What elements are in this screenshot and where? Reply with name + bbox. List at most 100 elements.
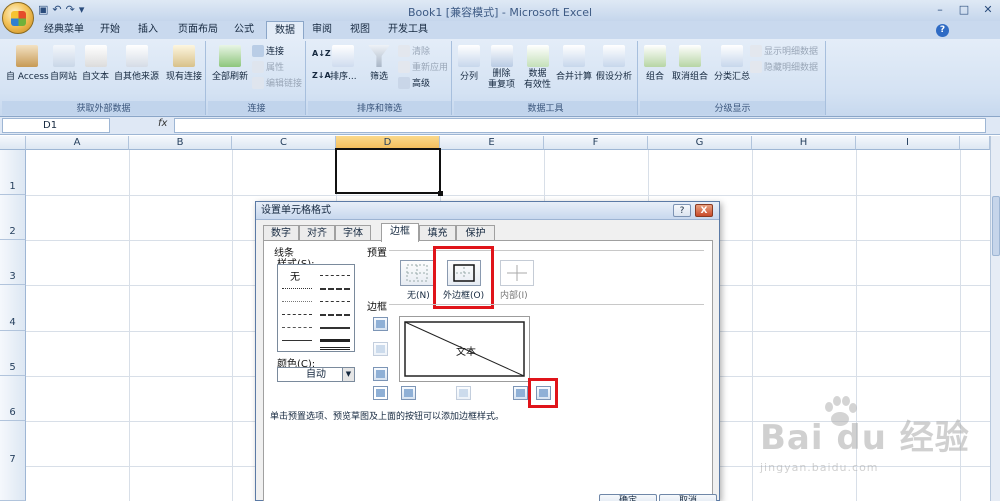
group-button[interactable]: 组合 (644, 45, 666, 82)
column-header-overflow[interactable] (960, 136, 990, 150)
from-web-button[interactable]: 自网站 (50, 45, 77, 82)
edit-links-button[interactable]: 编辑链接 (252, 76, 302, 89)
text-file-icon (84, 45, 107, 67)
tab-protection[interactable]: 保护 (456, 225, 495, 241)
line-style-option[interactable] (282, 327, 312, 328)
line-style-list[interactable]: 无 (277, 264, 355, 352)
line-color-select[interactable]: 自动 ▼ (277, 367, 355, 382)
column-header-a[interactable]: A (26, 136, 129, 150)
column-header-i[interactable]: I (856, 136, 960, 150)
insert-function-icon[interactable]: fx (158, 118, 167, 129)
vertical-scrollbar[interactable] (990, 136, 1000, 501)
clear-button[interactable]: 清除 (398, 44, 430, 57)
line-style-option[interactable] (320, 275, 350, 276)
sort-desc-button[interactable]: Z↓A (312, 71, 331, 80)
line-style-option[interactable] (320, 339, 350, 342)
help-icon[interactable]: ? (936, 24, 949, 37)
close-icon[interactable]: ✕ (976, 1, 1000, 18)
border-preview[interactable]: 文本 (399, 316, 530, 382)
column-header-b[interactable]: B (129, 136, 232, 150)
hide-detail-button[interactable]: 隐藏明细数据 (750, 60, 818, 73)
formula-input[interactable] (174, 118, 986, 133)
tab-alignment[interactable]: 对齐 (299, 225, 335, 241)
sort-button[interactable]: 排序... (330, 45, 357, 82)
row-header-5[interactable]: 5 (0, 331, 26, 376)
row-header-7[interactable]: 7 (0, 421, 26, 501)
line-style-option[interactable] (320, 327, 350, 329)
line-style-none[interactable]: 无 (290, 268, 300, 283)
tab-page-layout[interactable]: 页面布局 (176, 21, 220, 39)
tab-view[interactable]: 视图 (348, 21, 372, 39)
column-header-e[interactable]: E (440, 136, 544, 150)
border-top-button[interactable] (373, 317, 388, 331)
ungroup-button[interactable]: 取消组合 (672, 45, 708, 82)
column-header-c[interactable]: C (232, 136, 336, 150)
subtotal-button[interactable]: 分类汇总 (714, 45, 750, 82)
remove-duplicates-button[interactable]: 删除 重复项 (488, 45, 515, 91)
from-text-button[interactable]: 自文本 (82, 45, 109, 82)
border-middle-horizontal-button[interactable] (373, 342, 388, 356)
refresh-all-button[interactable]: 全部刷新 (212, 45, 248, 82)
line-style-option[interactable] (282, 301, 312, 302)
properties-button[interactable]: 属性 (252, 60, 284, 73)
show-detail-button[interactable]: 显示明细数据 (750, 44, 818, 57)
tab-review[interactable]: 审阅 (310, 21, 334, 39)
tab-formulas[interactable]: 公式 (232, 21, 256, 39)
border-diagonal-up-button[interactable] (373, 386, 388, 400)
tab-number[interactable]: 数字 (263, 225, 299, 241)
maximize-icon[interactable]: □ (952, 1, 976, 18)
border-right-button[interactable] (513, 386, 528, 400)
connections-button[interactable]: 连接 (252, 44, 284, 57)
tab-insert[interactable]: 插入 (136, 21, 160, 39)
dialog-help-button[interactable]: ? (673, 204, 691, 217)
row-header-1[interactable]: 1 (0, 150, 26, 195)
line-style-option[interactable] (282, 314, 312, 315)
filter-button[interactable]: 筛选 (368, 45, 390, 82)
tab-home[interactable]: 开始 (98, 21, 122, 39)
tab-data[interactable]: 数据 (266, 21, 304, 40)
line-style-option[interactable] (320, 314, 350, 316)
line-style-option[interactable] (320, 347, 350, 350)
border-bottom-button[interactable] (373, 367, 388, 381)
scroll-thumb[interactable] (992, 196, 1000, 256)
office-button[interactable] (2, 2, 34, 34)
border-center-vertical-button[interactable] (456, 386, 471, 400)
cancel-button[interactable]: 取消 (659, 494, 717, 501)
tab-border[interactable]: 边框 (381, 223, 419, 242)
line-style-option[interactable] (282, 340, 312, 341)
row-header-4[interactable]: 4 (0, 285, 26, 331)
row-header-6[interactable]: 6 (0, 376, 26, 421)
sort-asc-button[interactable]: A↓Z (312, 49, 331, 58)
name-box[interactable]: D1 (2, 118, 110, 133)
text-to-columns-button[interactable]: 分列 (458, 45, 480, 82)
tab-classic-menu[interactable]: 经典菜单 (42, 21, 86, 39)
column-header-g[interactable]: G (648, 136, 752, 150)
from-other-sources-button[interactable]: 自其他来源 (114, 45, 159, 82)
line-style-option[interactable] (320, 301, 350, 302)
minimize-icon[interactable]: – (928, 1, 952, 18)
tab-font[interactable]: 字体 (335, 225, 371, 241)
ok-button[interactable]: 确定 (599, 494, 657, 501)
column-header-h[interactable]: H (752, 136, 856, 150)
data-validation-button[interactable]: 数据 有效性 (524, 45, 551, 91)
line-style-option[interactable] (282, 288, 312, 289)
border-left-button[interactable] (401, 386, 416, 400)
line-style-option[interactable] (320, 288, 350, 290)
advanced-filter-button[interactable]: 高级 (398, 76, 430, 89)
selected-cell-d1[interactable] (335, 148, 443, 196)
preset-none-button[interactable] (400, 260, 434, 286)
consolidate-button[interactable]: 合并计算 (556, 45, 592, 82)
reapply-button[interactable]: 重新应用 (398, 60, 448, 73)
chevron-down-icon[interactable]: ▼ (342, 368, 354, 381)
row-header-3[interactable]: 3 (0, 240, 26, 285)
row-header-2[interactable]: 2 (0, 195, 26, 240)
dialog-close-button[interactable]: X (695, 204, 713, 217)
select-all-corner[interactable] (0, 136, 26, 150)
column-header-f[interactable]: F (544, 136, 648, 150)
from-access-button[interactable]: 自 Access (6, 45, 49, 82)
tab-developer[interactable]: 开发工具 (386, 21, 430, 39)
existing-connections-button[interactable]: 现有连接 (166, 45, 202, 82)
preset-inside-button[interactable] (500, 260, 534, 286)
tab-fill[interactable]: 填充 (419, 225, 456, 241)
what-if-analysis-button[interactable]: 假设分析 (596, 45, 632, 82)
